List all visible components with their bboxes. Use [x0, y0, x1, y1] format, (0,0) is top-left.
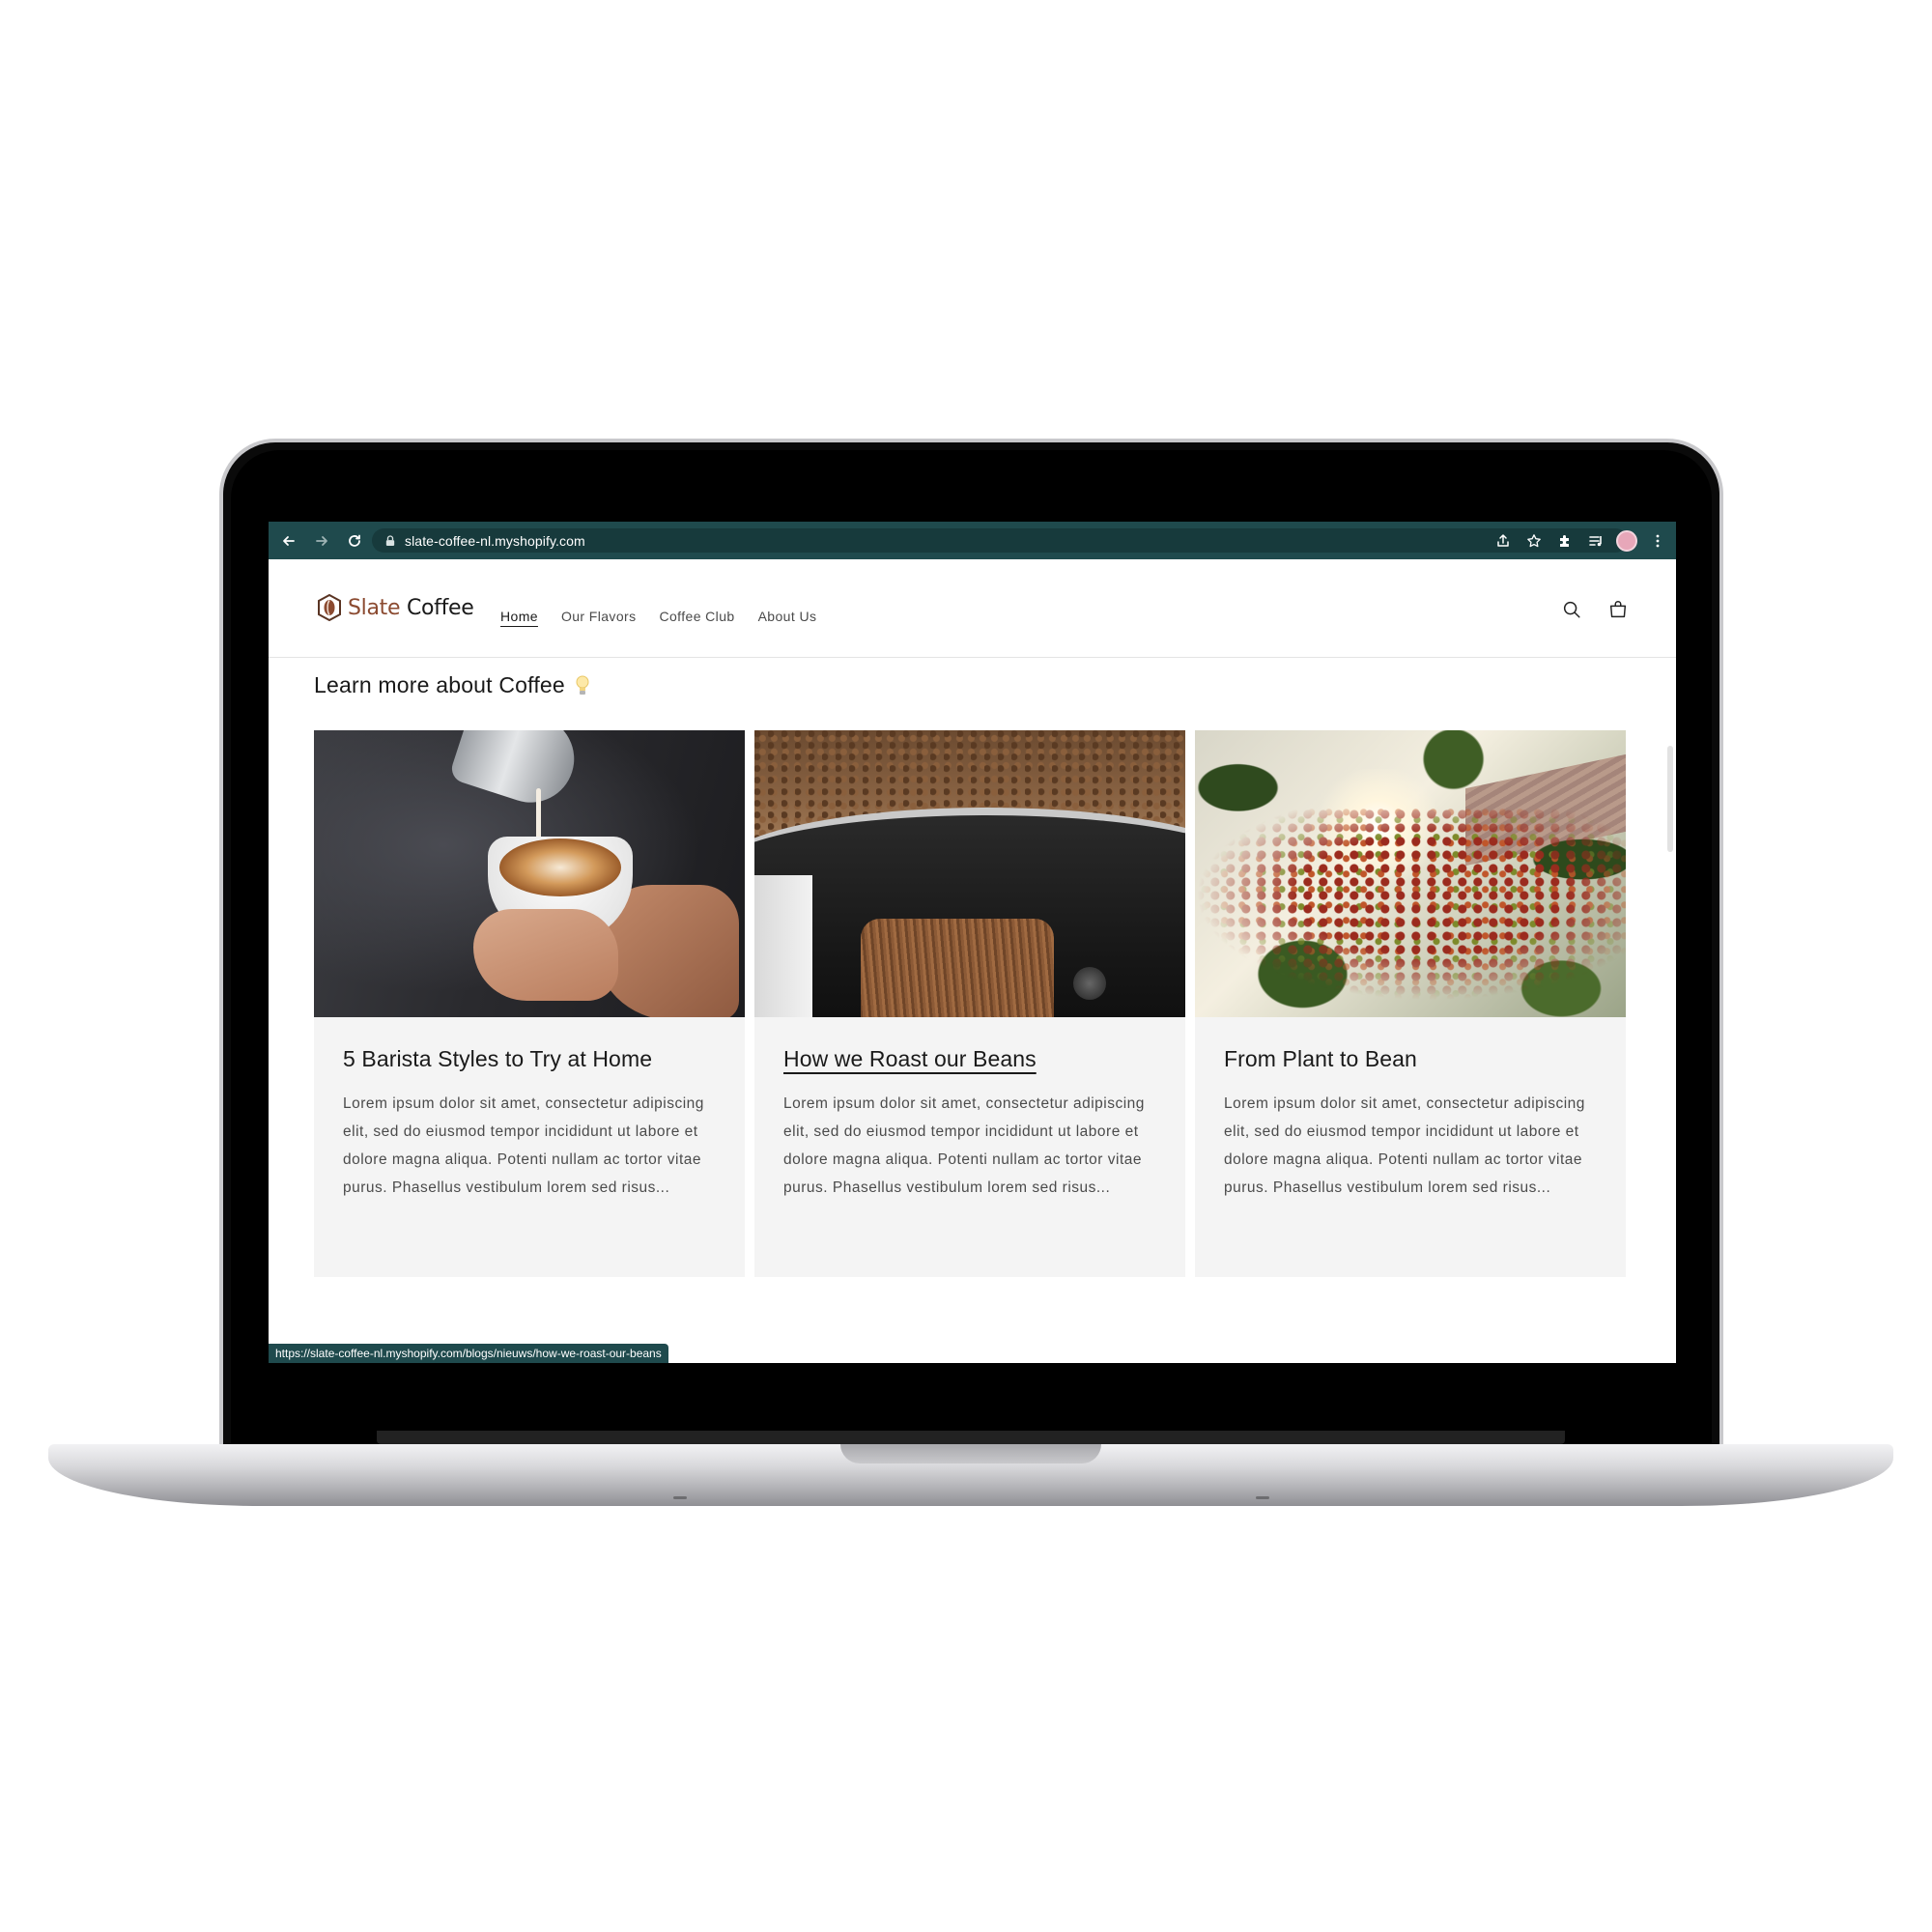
media-playlist-icon[interactable]: [1585, 530, 1606, 552]
arrow-right-icon: [316, 535, 327, 546]
screen: slate-coffee-nl.myshopify.com Slate Coff…: [269, 522, 1676, 1363]
laptop-notch: [840, 1444, 1101, 1463]
nav-home[interactable]: Home: [500, 609, 538, 624]
extensions-icon[interactable]: [1554, 530, 1576, 552]
link-status-bar: https://slate-coffee-nl.myshopify.com/bl…: [269, 1344, 668, 1363]
page-scrollbar[interactable]: [1667, 746, 1673, 852]
address-bar[interactable]: slate-coffee-nl.myshopify.com: [372, 528, 1628, 553]
store-header: Slate Coffee Home Our Flavors Coffee Clu…: [269, 559, 1676, 658]
laptop-foot: [1256, 1496, 1269, 1499]
article-title[interactable]: From Plant to Bean: [1224, 1046, 1417, 1072]
browser-toolbar: slate-coffee-nl.myshopify.com: [269, 522, 1676, 559]
article-title[interactable]: How we Roast our Beans: [783, 1046, 1037, 1072]
header-actions: [1560, 598, 1630, 621]
cart-icon[interactable]: [1606, 598, 1630, 621]
browser-actions: [1492, 528, 1668, 553]
reload-button[interactable]: [342, 528, 367, 554]
nav-coffee-club[interactable]: Coffee Club: [659, 609, 734, 624]
lock-icon: [384, 534, 397, 548]
nav-about-us[interactable]: About Us: [758, 609, 817, 624]
laptop-foot: [673, 1496, 687, 1499]
article-excerpt: Lorem ipsum dolor sit amet, consectetur …: [343, 1095, 704, 1196]
forward-button[interactable]: [309, 528, 334, 554]
nav-our-flavors[interactable]: Our Flavors: [561, 609, 637, 624]
article-card[interactable]: How we Roast our Beans Lorem ipsum dolor…: [754, 730, 1185, 1277]
article-excerpt: Lorem ipsum dolor sit amet, consectetur …: [783, 1095, 1145, 1196]
kebab-menu-icon[interactable]: [1647, 530, 1668, 552]
section-title-text: Learn more about Coffee: [314, 672, 565, 697]
logo-word-slate: Slate: [348, 595, 401, 620]
lightbulb-icon: [575, 674, 590, 697]
store-logo[interactable]: Slate Coffee: [317, 594, 474, 621]
bookmark-star-icon[interactable]: [1523, 530, 1545, 552]
back-button[interactable]: [276, 528, 301, 554]
article-title[interactable]: 5 Barista Styles to Try at Home: [343, 1046, 652, 1072]
profile-avatar[interactable]: [1616, 529, 1637, 552]
reload-icon: [349, 534, 360, 547]
coffee-plant-photo[interactable]: [1195, 730, 1626, 1017]
section-title: Learn more about Coffee: [314, 672, 590, 698]
logo-word-coffee: Coffee: [406, 595, 474, 620]
main-nav: Home Our Flavors Coffee Club About Us: [500, 609, 816, 624]
coffee-roaster-photo[interactable]: [754, 730, 1185, 1017]
latte-art-photo[interactable]: [314, 730, 745, 1017]
arrow-left-icon: [283, 535, 295, 546]
coffee-bean-logo-icon: [317, 594, 342, 621]
address-url[interactable]: slate-coffee-nl.myshopify.com: [405, 533, 585, 549]
search-icon[interactable]: [1560, 598, 1583, 621]
logo-text: Slate Coffee: [348, 596, 474, 620]
article-card[interactable]: From Plant to Bean Lorem ipsum dolor sit…: [1195, 730, 1626, 1277]
article-excerpt: Lorem ipsum dolor sit amet, consectetur …: [1224, 1095, 1585, 1196]
article-card[interactable]: 5 Barista Styles to Try at Home Lorem ip…: [314, 730, 745, 1277]
article-grid: 5 Barista Styles to Try at Home Lorem ip…: [314, 730, 1626, 1277]
share-icon[interactable]: [1492, 530, 1514, 552]
laptop-hinge: [377, 1431, 1565, 1444]
